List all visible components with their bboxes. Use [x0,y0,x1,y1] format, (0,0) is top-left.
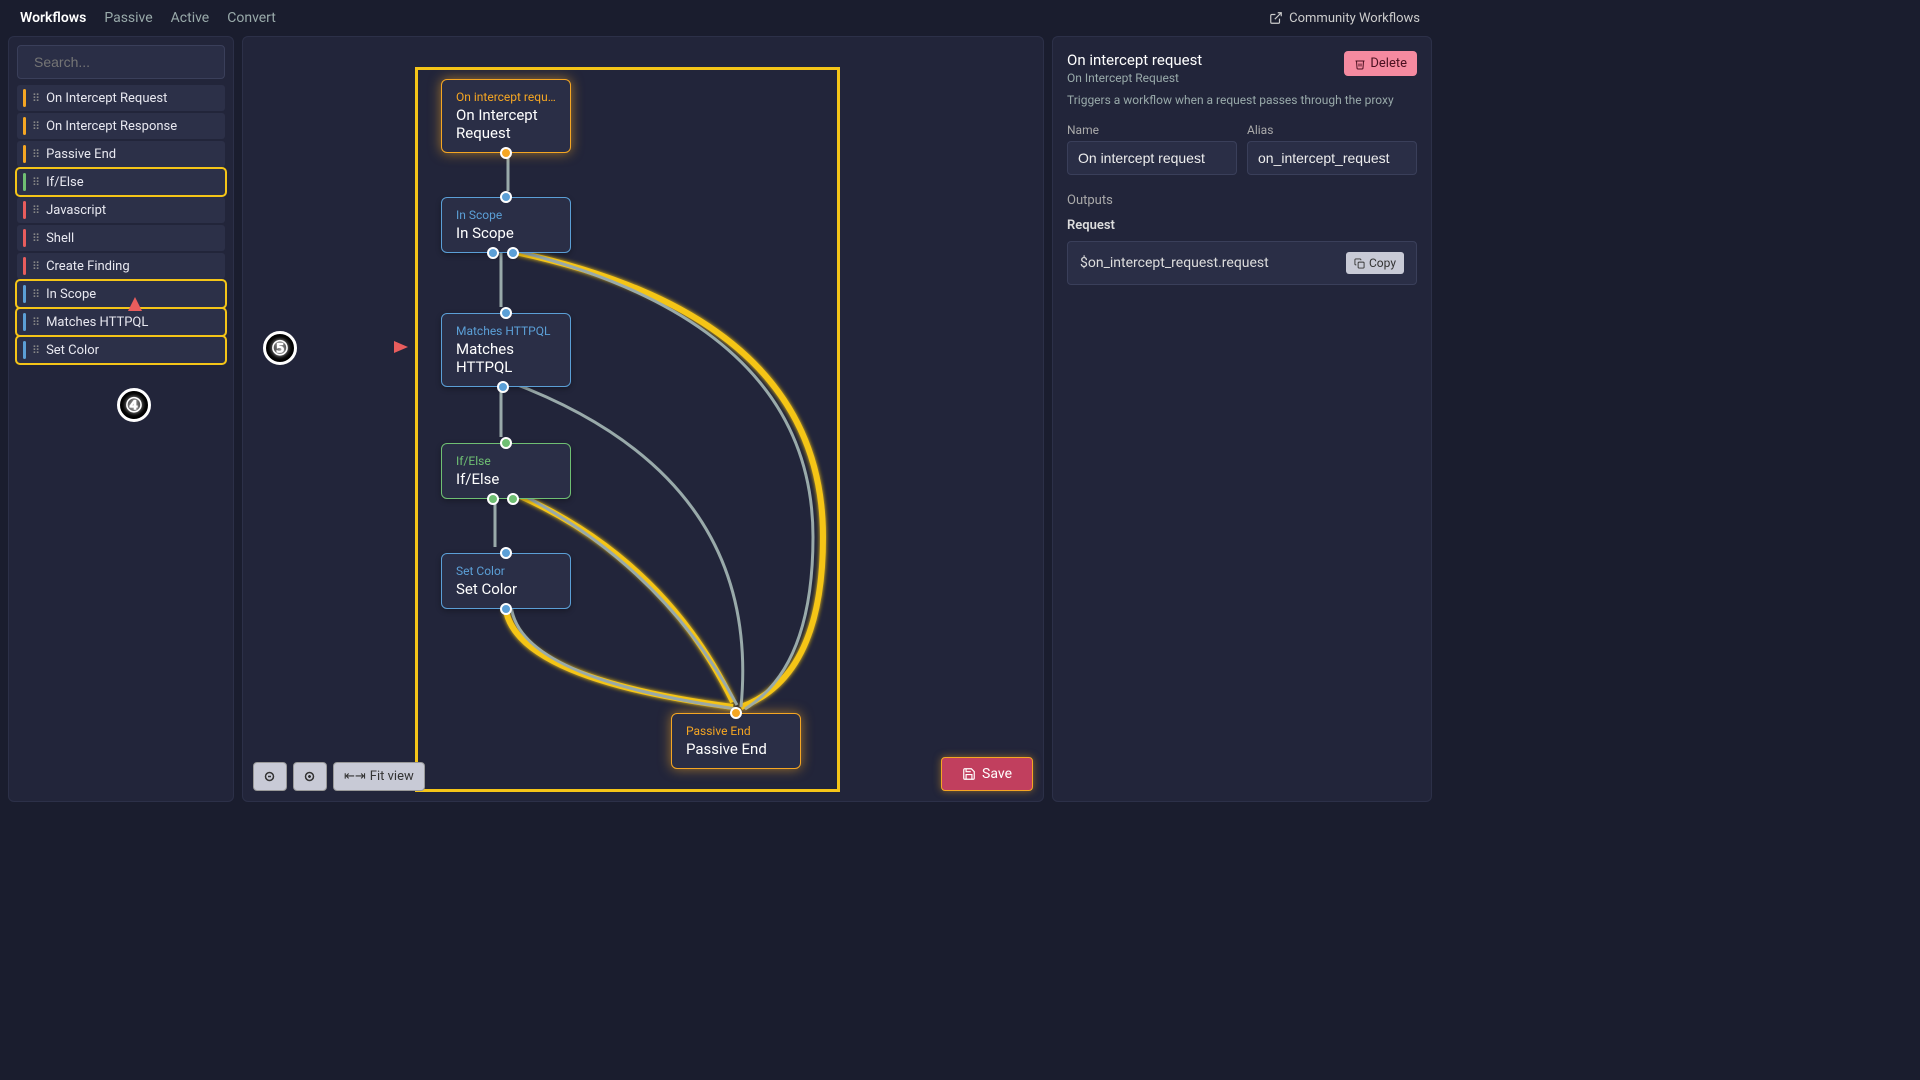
plus-icon [304,771,316,783]
external-link-icon [1269,11,1283,25]
sidebar-node-item[interactable]: ⠿ Shell [17,225,225,251]
copy-label: Copy [1369,256,1396,270]
node-passive-end[interactable]: Passive End Passive End [671,713,801,769]
drag-icon: ⠿ [32,260,40,273]
request-label: Request [1067,218,1417,233]
node-title: If/Else [456,470,556,488]
node-title: In Scope [456,224,556,242]
node-item-label: On Intercept Response [46,119,177,134]
panel-subtitle: On Intercept Request [1067,71,1202,85]
node-item-label: Create Finding [46,259,130,274]
node-type: Set Color [456,564,556,578]
save-icon [962,767,976,781]
node-set-color[interactable]: Set Color Set Color [441,553,571,609]
node-item-label: On Intercept Request [46,91,167,106]
fit-view-button[interactable]: ⇤⇥ Fit view [333,762,425,791]
node-type: If/Else [456,454,556,468]
annotation-4: ④ [117,388,151,422]
zoom-out-button[interactable] [253,762,287,791]
fit-icon: ⇤⇥ [344,769,366,784]
annotation-arrow-4 [120,292,160,402]
node-item-label: Set Color [46,343,99,358]
sidebar-node-item[interactable]: ⠿ Create Finding [17,253,225,279]
copy-button[interactable]: Copy [1346,252,1404,274]
zoom-in-button[interactable] [293,762,327,791]
node-in-scope[interactable]: In Scope In Scope [441,197,571,253]
sidebar-node-item[interactable]: ⠿ If/Else [17,169,225,195]
drag-icon: ⠿ [32,176,40,189]
tab-active[interactable]: Active [171,10,210,26]
annotation-arrow-5 [263,297,433,477]
workflow-canvas[interactable]: On intercept requ… On InterceptRequest I… [242,36,1044,802]
sidebar-node-item[interactable]: ⠿ On Intercept Response [17,113,225,139]
search-input[interactable] [34,54,215,70]
output-value: $on_intercept_request.request [1080,255,1269,271]
save-label: Save [982,766,1012,782]
node-on-intercept-request[interactable]: On intercept requ… On InterceptRequest [441,79,571,153]
save-button[interactable]: Save [941,757,1033,791]
node-type: On intercept requ… [456,90,556,104]
topbar: Workflows Passive Active Convert Communi… [0,0,1440,36]
node-title: On InterceptRequest [456,106,556,142]
annotation-5: ⑤ [263,331,297,365]
drag-icon: ⠿ [32,232,40,245]
alias-input[interactable] [1247,141,1417,175]
delete-label: Delete [1370,56,1407,71]
panel-title: On intercept request [1067,51,1202,69]
node-type: Matches HTTPQL [456,324,556,338]
node-type: In Scope [456,208,556,222]
output-row: $on_intercept_request.request Copy [1067,241,1417,285]
sidebar: ⠿ On Intercept Request ⠿ On Intercept Respo… [8,36,234,802]
alias-label: Alias [1247,123,1417,137]
node-title: Passive End [686,740,786,758]
trash-icon [1354,58,1366,70]
node-if-else[interactable]: If/Else If/Else [441,443,571,499]
drag-icon: ⠿ [32,204,40,217]
tab-convert[interactable]: Convert [227,10,276,26]
community-label: Community Workflows [1289,11,1420,26]
node-item-label: If/Else [46,175,84,190]
drag-icon: ⠿ [32,316,40,329]
community-workflows-link[interactable]: Community Workflows [1269,11,1420,26]
node-item-label: Shell [46,231,74,246]
name-label: Name [1067,123,1237,137]
tab-workflows[interactable]: Workflows [20,10,86,26]
node-title: MatchesHTTPQL [456,340,556,376]
drag-icon: ⠿ [32,92,40,105]
outputs-label: Outputs [1067,193,1417,208]
node-item-label: Javascript [46,203,106,218]
sidebar-node-item[interactable]: ⠿ Javascript [17,197,225,223]
node-matches-httpql[interactable]: Matches HTTPQL MatchesHTTPQL [441,313,571,387]
minus-icon [264,771,276,783]
drag-icon: ⠿ [32,288,40,301]
sidebar-node-item[interactable]: ⠿ Passive End [17,141,225,167]
node-item-label: In Scope [46,287,96,302]
drag-icon: ⠿ [32,120,40,133]
tab-passive[interactable]: Passive [104,10,152,26]
properties-panel: On intercept request On Intercept Reques… [1052,36,1432,802]
name-input[interactable] [1067,141,1237,175]
drag-icon: ⠿ [32,344,40,357]
copy-icon [1354,258,1365,269]
node-type: Passive End [686,724,786,738]
sidebar-node-item[interactable]: ⠿ On Intercept Request [17,85,225,111]
node-item-label: Passive End [46,147,116,162]
panel-desc: Triggers a workflow when a request passe… [1067,93,1417,107]
search-box[interactable] [17,45,225,79]
fit-label: Fit view [370,769,414,784]
node-title: Set Color [456,580,556,598]
drag-icon: ⠿ [32,148,40,161]
delete-button[interactable]: Delete [1344,51,1417,76]
